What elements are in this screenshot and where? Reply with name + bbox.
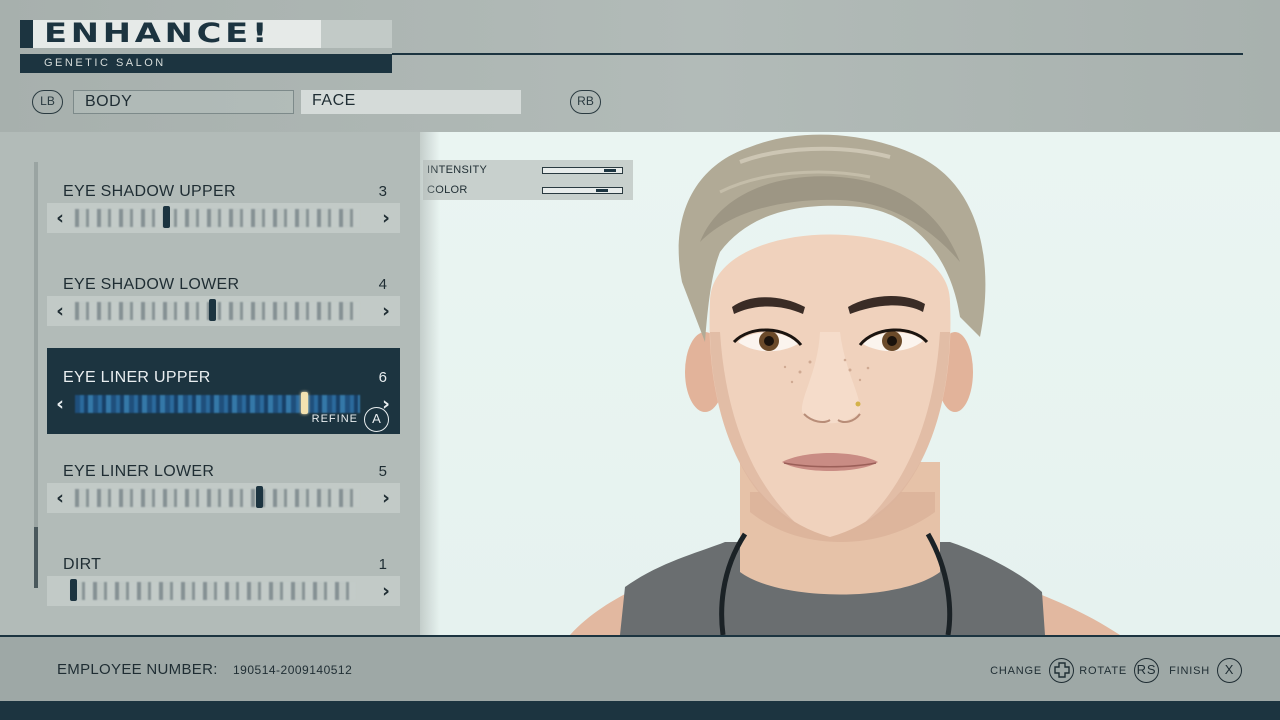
- slider-thumb[interactable]: [301, 392, 308, 414]
- finish-button[interactable]: X: [1217, 658, 1242, 683]
- slider-label: EYE SHADOW LOWER: [63, 276, 240, 293]
- header-divider: [392, 53, 1243, 55]
- rotate-label: ROTATE: [1079, 665, 1127, 677]
- prev-tab-button[interactable]: LB: [32, 90, 63, 114]
- chevron-left-icon[interactable]: ‹: [50, 483, 70, 513]
- finish-label: FINISH: [1169, 665, 1210, 677]
- slider-thumb[interactable]: [209, 299, 216, 321]
- color-slider-fill: [596, 189, 609, 192]
- swatch-strip[interactable]: [71, 582, 356, 600]
- rotate-button[interactable]: RS: [1134, 658, 1159, 683]
- refine-panel: INTENSITY COLOR: [423, 160, 633, 200]
- tab-face[interactable]: FACE: [301, 90, 521, 114]
- slider-eye-shadow-upper[interactable]: EYE SHADOW UPPER 3 ‹ ›: [47, 162, 400, 248]
- rotate-hint[interactable]: ROTATE RS: [1079, 658, 1159, 684]
- slider-panel: EYE SHADOW UPPER 3 ‹ › EYE SHADOW LOWER …: [0, 132, 420, 635]
- swatch-strip[interactable]: [75, 395, 360, 413]
- change-label: CHANGE: [990, 665, 1042, 677]
- chevron-right-icon[interactable]: ›: [376, 203, 396, 233]
- dpad-icon[interactable]: [1049, 658, 1074, 683]
- change-hint[interactable]: CHANGE: [990, 658, 1074, 684]
- color-slider[interactable]: [542, 187, 623, 194]
- footer: EMPLOYEE NUMBER: 190514-2009140512 CHANG…: [0, 635, 1280, 701]
- slider-label: DIRT: [63, 556, 102, 573]
- intensity-slider[interactable]: [542, 167, 623, 174]
- chevron-left-icon[interactable]: ‹: [50, 389, 70, 419]
- slider-thumb[interactable]: [163, 206, 170, 228]
- title-block: ENHANCE!: [20, 20, 392, 48]
- slider-eye-liner-lower[interactable]: EYE LINER LOWER 5 ‹ ›: [47, 442, 400, 528]
- slider-dirt[interactable]: DIRT 1 ›: [47, 535, 400, 621]
- slider-eye-liner-upper[interactable]: EYE LINER UPPER 6 ‹ › REFINE A: [47, 348, 400, 434]
- tab-body[interactable]: BODY: [73, 90, 294, 114]
- panel-shadow: [410, 132, 440, 635]
- slider-label: EYE LINER LOWER: [63, 463, 215, 480]
- app-subtitle: GENETIC SALON: [20, 54, 392, 73]
- slider-value: 4: [378, 276, 387, 293]
- character-portrait: [570, 134, 1120, 635]
- employee-number-value: 190514-2009140512: [233, 663, 353, 677]
- finish-hint[interactable]: FINISH X: [1169, 658, 1242, 684]
- swatch-strip[interactable]: [75, 209, 360, 227]
- swatch-strip[interactable]: [75, 489, 360, 507]
- header: ENHANCE! GENETIC SALON LB BODY FACE RB: [0, 0, 1280, 132]
- refine-label: REFINE: [311, 413, 358, 425]
- slider-thumb[interactable]: [256, 486, 263, 508]
- chevron-left-icon[interactable]: ‹: [50, 296, 70, 326]
- slider-label: EYE SHADOW UPPER: [63, 183, 236, 200]
- slider-value: 3: [378, 183, 387, 200]
- slider-thumb[interactable]: [70, 579, 77, 601]
- character-viewport[interactable]: [420, 132, 1280, 635]
- chevron-left-icon[interactable]: ‹: [50, 203, 70, 233]
- slider-value: 6: [378, 369, 387, 386]
- employee-number-label: EMPLOYEE NUMBER:: [57, 661, 218, 678]
- slider-value: 5: [378, 463, 387, 480]
- next-tab-button[interactable]: RB: [570, 90, 601, 114]
- slider-value: 1: [378, 556, 387, 573]
- slider-label: EYE LINER UPPER: [63, 369, 211, 386]
- chevron-right-icon[interactable]: ›: [376, 483, 396, 513]
- app-title: ENHANCE!: [44, 18, 272, 49]
- refine-button[interactable]: A: [364, 407, 389, 432]
- title-marker: [20, 20, 33, 48]
- scrollbar-thumb[interactable]: [34, 527, 38, 588]
- chevron-right-icon[interactable]: ›: [376, 296, 396, 326]
- bottom-strip: [0, 701, 1280, 720]
- scrollbar-track[interactable]: [34, 162, 38, 588]
- chevron-right-icon[interactable]: ›: [376, 576, 396, 606]
- slider-eye-shadow-lower[interactable]: EYE SHADOW LOWER 4 ‹ ›: [47, 255, 400, 341]
- swatch-strip[interactable]: [75, 302, 360, 320]
- intensity-slider-fill: [604, 169, 617, 172]
